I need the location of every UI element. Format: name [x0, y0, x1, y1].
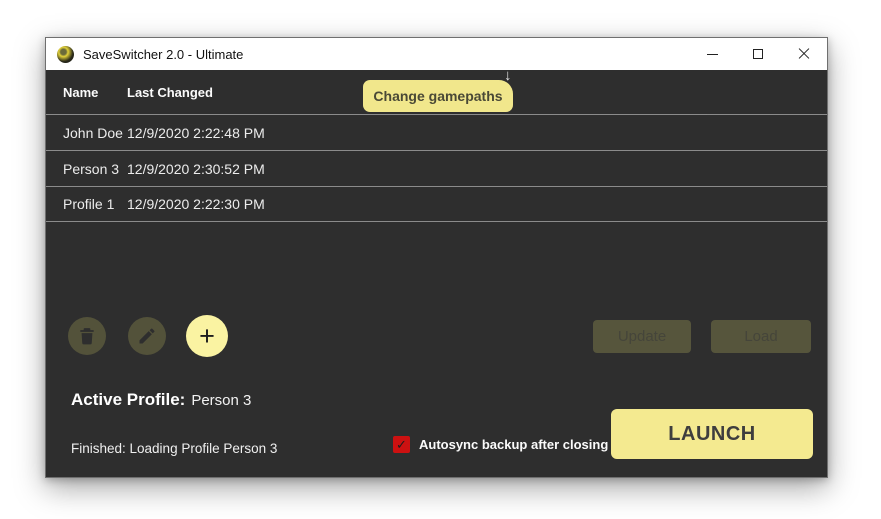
client-area: Name Last Changed Change gamepaths ↓ Joh… — [46, 70, 827, 477]
title-bar: SaveSwitcher 2.0 - Ultimate — [46, 38, 827, 70]
active-profile-label: Active Profile: — [71, 390, 185, 409]
autosync-option[interactable]: ✓ Autosync backup after closing — [393, 436, 608, 453]
add-profile-button[interactable]: + — [186, 315, 228, 357]
profile-table: John Doe 12/9/2020 2:22:48 PM Person 3 1… — [46, 114, 827, 222]
minimize-button[interactable] — [689, 38, 735, 70]
profile-last-changed: 12/9/2020 2:22:30 PM — [127, 196, 265, 212]
load-button[interactable]: Load — [711, 320, 811, 353]
autosync-checkbox[interactable]: ✓ — [393, 436, 410, 453]
maximize-icon — [753, 49, 763, 59]
active-profile: Active Profile: Person 3 — [71, 390, 251, 410]
down-arrow-icon: ↓ — [504, 67, 512, 84]
status-text: Finished: Loading Profile Person 3 — [71, 441, 277, 456]
minimize-icon — [707, 54, 718, 55]
table-row[interactable]: John Doe 12/9/2020 2:22:48 PM — [46, 114, 827, 150]
autosync-label: Autosync backup after closing — [419, 437, 608, 452]
app-icon — [57, 46, 74, 63]
edit-profile-button[interactable] — [128, 317, 166, 355]
trash-icon — [77, 326, 97, 346]
check-icon: ✓ — [396, 437, 407, 453]
maximize-button[interactable] — [735, 38, 781, 70]
plus-icon: + — [199, 323, 215, 350]
profile-name: John Doe — [46, 125, 127, 141]
update-button[interactable]: Update — [593, 320, 691, 353]
table-row[interactable]: Person 3 12/9/2020 2:30:52 PM — [46, 150, 827, 186]
profile-last-changed: 12/9/2020 2:30:52 PM — [127, 161, 265, 177]
column-header-name: Name — [46, 85, 127, 100]
close-button[interactable] — [781, 38, 827, 70]
profile-name: Person 3 — [46, 161, 127, 177]
change-gamepaths-button[interactable]: Change gamepaths — [363, 80, 513, 112]
close-icon — [798, 48, 810, 60]
column-header-last-changed: Last Changed — [127, 85, 213, 100]
window-controls — [689, 38, 827, 70]
launch-button[interactable]: LAUNCH — [611, 409, 813, 459]
profile-last-changed: 12/9/2020 2:22:48 PM — [127, 125, 265, 141]
pencil-icon — [137, 326, 157, 346]
delete-profile-button[interactable] — [68, 317, 106, 355]
active-profile-value: Person 3 — [191, 392, 251, 409]
profile-name: Profile 1 — [46, 196, 127, 212]
app-window: SaveSwitcher 2.0 - Ultimate Name Last Ch… — [45, 37, 828, 478]
table-row[interactable]: Profile 1 12/9/2020 2:22:30 PM — [46, 186, 827, 222]
window-title: SaveSwitcher 2.0 - Ultimate — [83, 47, 243, 62]
